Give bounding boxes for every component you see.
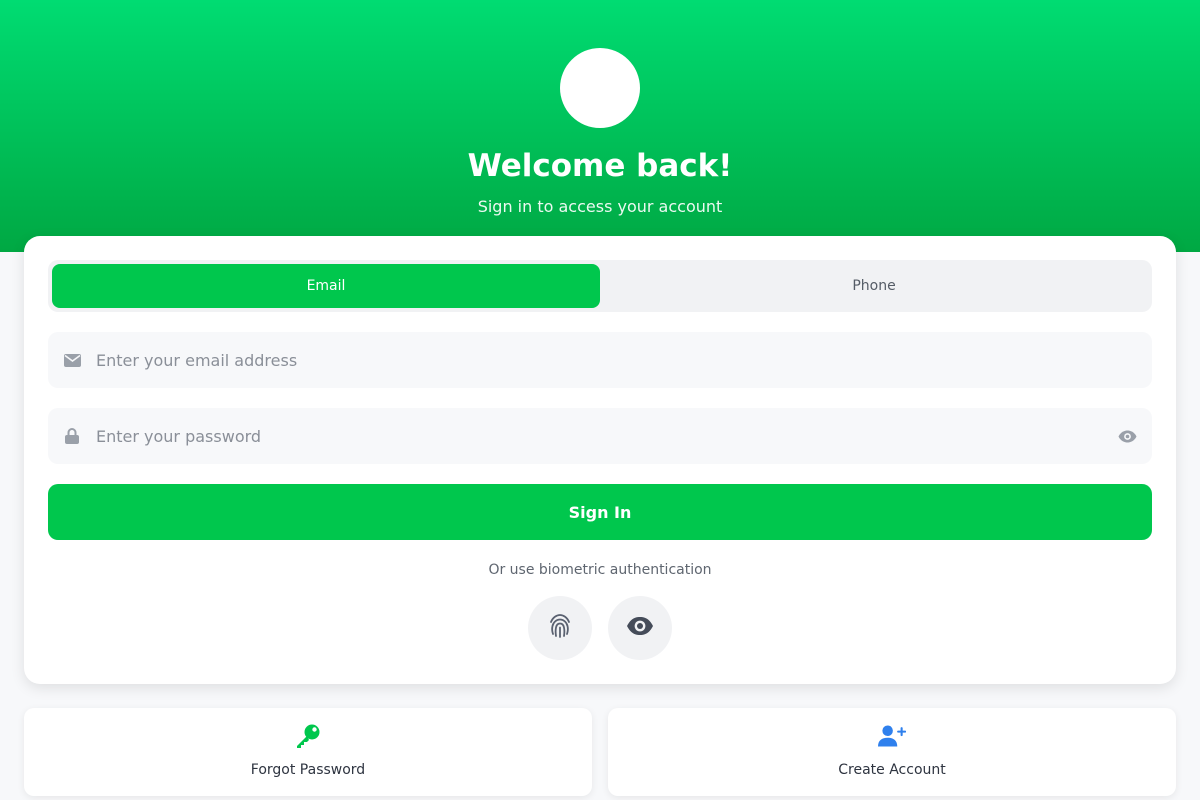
login-card: Email Phone Sign In Or use b [24,236,1176,684]
login-method-tabs: Email Phone [48,260,1152,312]
password-input[interactable] [96,408,1096,464]
lock-icon [63,427,81,445]
user-plus-icon [878,722,906,750]
envelope-icon [63,351,81,369]
fingerprint-auth-button[interactable] [528,596,592,660]
password-field-container [48,408,1152,464]
biometric-label: Or use biometric authentication [488,562,712,578]
sign-in-button[interactable]: Sign In [48,484,1152,540]
key-icon [294,722,322,750]
tab-phone[interactable]: Phone [600,264,1148,308]
tab-email[interactable]: Email [52,264,600,308]
fingerprint-icon [547,613,573,643]
create-account-card[interactable]: Create Account [608,708,1176,796]
show-password-eye-icon[interactable] [1116,426,1138,446]
page-title: Welcome back! [467,148,733,184]
page-subtitle: Sign in to access your account [477,197,723,216]
forgot-password-card[interactable]: Forgot Password [24,708,592,796]
create-account-label: Create Account [838,762,946,778]
hero-header: Welcome back! Sign in to access your acc… [0,0,1200,252]
logo-placeholder [560,48,640,128]
forgot-password-label: Forgot Password [250,762,366,778]
email-input[interactable] [96,332,1096,388]
eye-icon [626,616,654,640]
eye-scan-auth-button[interactable] [608,596,672,660]
email-field-container [48,332,1152,388]
